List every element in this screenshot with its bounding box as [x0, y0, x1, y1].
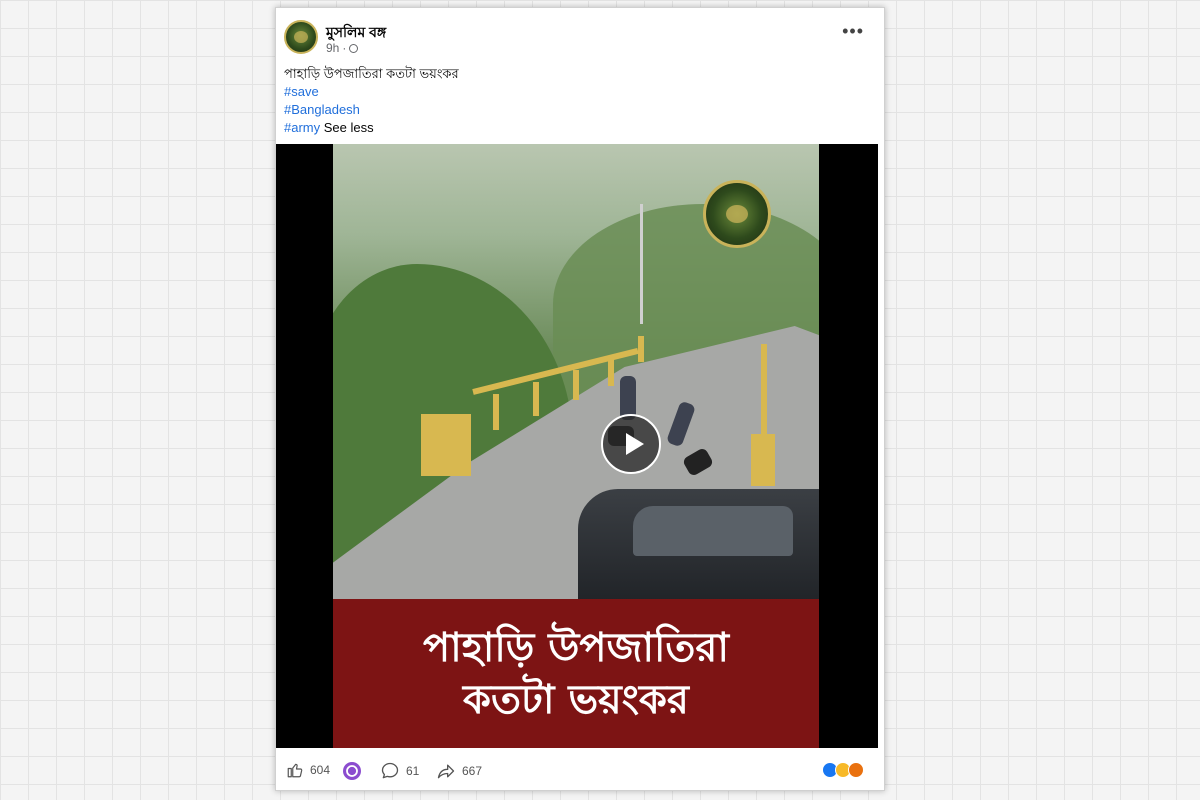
globe-icon [349, 43, 359, 53]
hashtag-army[interactable]: #army [284, 120, 320, 135]
purple-badge-icon [343, 762, 361, 780]
post-footer: 604 61 667 [276, 750, 882, 788]
comment-bubble-icon [381, 762, 399, 779]
share-count: 667 [462, 764, 483, 778]
angry-reaction-icon [848, 762, 864, 778]
thumbs-up-icon [287, 763, 303, 778]
channel-logo-watermark [703, 180, 771, 248]
meta-separator: · [342, 41, 347, 55]
post-time[interactable]: 9h [326, 41, 339, 55]
like-button[interactable]: 604 [286, 761, 330, 779]
page-avatar[interactable] [284, 20, 318, 54]
comment-count: 61 [406, 764, 420, 778]
banner-line-1: পাহাড়ি উপজাতিরা [422, 624, 730, 671]
bridge-railing-right [751, 434, 775, 486]
video-frame: পাহাড়ি উপজাতিরা কতটা ভয়ংকর [333, 144, 819, 748]
utility-pole [640, 204, 643, 324]
banner-line-2: কতটা ভয়ংকর [463, 676, 689, 723]
more-options-button[interactable]: ••• [842, 22, 864, 40]
video-player[interactable]: পাহাড়ি উপজাতিরা কতটা ভয়ংকর [276, 144, 878, 748]
comment-button[interactable]: 61 [380, 761, 419, 781]
see-less-link[interactable]: See less [324, 120, 374, 135]
post-meta: 9h · [326, 41, 359, 55]
bridge-railing-left [421, 414, 471, 476]
post-caption: পাহাড়ি উপজাতিরা কতটা ভয়ংকর #save #Bang… [284, 65, 459, 137]
video-scene-image [333, 144, 819, 599]
hashtag-save[interactable]: #save [284, 84, 319, 99]
like-count: 604 [310, 763, 331, 777]
video-text-banner: পাহাড়ি উপজাতিরা কতটা ভয়ংকর [333, 599, 819, 748]
play-button[interactable] [601, 414, 661, 474]
caption-text: পাহাড়ি উপজাতিরা কতটা ভয়ংকর [284, 66, 459, 81]
reaction-summary[interactable] [822, 762, 864, 778]
share-button[interactable]: 667 [436, 761, 482, 781]
share-arrow-icon [437, 764, 455, 779]
purple-badge-button[interactable] [342, 761, 362, 781]
hashtag-bangladesh[interactable]: #Bangladesh [284, 102, 360, 117]
post-card: মুসলিম বঙ্গ 9h · ••• পাহাড়ি উপজাতিরা কত… [275, 7, 885, 791]
